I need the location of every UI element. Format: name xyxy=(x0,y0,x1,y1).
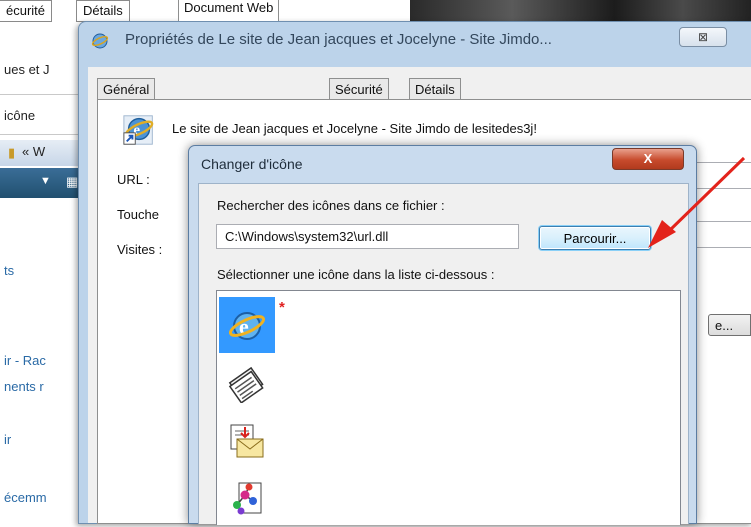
selection-marker: * xyxy=(279,299,285,316)
background-photo xyxy=(410,0,751,22)
background-toolbar: ▼ ▦ xyxy=(0,168,82,198)
tab-label: Général xyxy=(103,82,150,97)
folder-icon: ▮ xyxy=(8,145,16,160)
background-text[interactable]: « W xyxy=(22,144,45,159)
background-link[interactable]: ts xyxy=(4,263,14,278)
change-icon-body: Rechercher des icônes dans ce fichier : … xyxy=(198,183,689,525)
background-tab-details[interactable]: Détails xyxy=(76,0,130,22)
change-icon-title: Changer d'icône xyxy=(201,156,303,172)
tab-web-document[interactable]: Document Web xyxy=(178,0,280,21)
button-label: e... xyxy=(715,318,734,333)
url-label: URL : xyxy=(117,172,150,187)
tab-security[interactable]: Sécurité xyxy=(329,78,389,100)
internet-shortcut-icon: e xyxy=(123,115,154,145)
change-icon-dialog: Changer d'icône X Rechercher des icônes … xyxy=(188,145,697,525)
tab-label: Sécurité xyxy=(335,82,383,97)
background-text: icône xyxy=(4,108,36,123)
properties-close-button[interactable]: ⊠ xyxy=(679,27,727,47)
background-left-panel: ues et J icône ▮ « W ▼ ▦ ts ir - Rac nen… xyxy=(0,22,82,522)
background-tab-label: Détails xyxy=(83,3,123,18)
background-link[interactable]: ir - Rac xyxy=(4,353,46,368)
icon-list[interactable]: e * xyxy=(216,290,681,525)
internet-explorer-icon: e xyxy=(228,312,266,340)
visits-label: Visites : xyxy=(117,242,163,257)
change-icon-button[interactable]: e... xyxy=(708,314,751,336)
icon-option-internet-explorer[interactable]: e xyxy=(219,297,275,353)
tab-label: Détails xyxy=(415,82,455,97)
shortcut-input-edge[interactable] xyxy=(690,221,751,248)
background-link[interactable]: nents r xyxy=(4,379,44,394)
icon-option-mail[interactable] xyxy=(219,413,275,469)
close-icon: ⊠ xyxy=(697,30,709,44)
molecule-document-icon xyxy=(233,482,262,515)
browse-button[interactable]: Parcourir... xyxy=(539,226,651,250)
select-icon-label: Sélectionner une icône dans la liste ci-… xyxy=(217,267,495,282)
properties-title: Propriétés de Le site de Jean jacques et… xyxy=(125,31,552,48)
dropdown-arrow-icon[interactable]: ▼ xyxy=(40,175,51,187)
mail-envelope-icon xyxy=(230,424,264,458)
file-path-input[interactable] xyxy=(216,224,519,249)
shortcut-key-label: Touche xyxy=(117,207,159,222)
newspaper-icon xyxy=(228,366,264,403)
background-link[interactable]: ir xyxy=(4,432,11,447)
background-nav-bar: ▮ « W xyxy=(0,140,82,166)
icon-option-molecule[interactable] xyxy=(219,471,275,527)
close-icon: X xyxy=(643,151,653,166)
change-icon-close-button[interactable]: X xyxy=(612,148,684,170)
background-text: ues et J xyxy=(4,62,50,77)
internet-shortcut-icon xyxy=(91,33,109,49)
background-tab-label: écurité xyxy=(6,3,46,18)
url-input-edge[interactable] xyxy=(690,162,751,189)
background-tab-security[interactable]: écurité xyxy=(0,0,53,22)
icon-option-newspaper[interactable] xyxy=(219,355,275,411)
site-name: Le site de Jean jacques et Jocelyne - Si… xyxy=(172,121,537,136)
tab-general[interactable]: Général xyxy=(97,78,156,100)
search-icons-label: Rechercher des icônes dans ce fichier : xyxy=(217,198,445,213)
tab-details[interactable]: Détails xyxy=(409,78,461,100)
grid-icon[interactable]: ▦ xyxy=(66,174,78,190)
background-link[interactable]: écemm xyxy=(4,490,47,505)
tab-label: Document Web xyxy=(184,0,274,15)
